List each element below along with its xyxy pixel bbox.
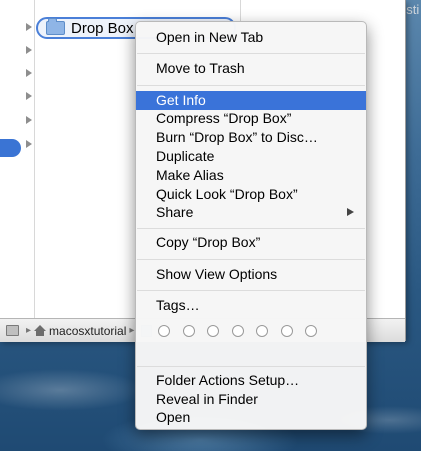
tag-color-circle-icon[interactable]	[305, 325, 317, 337]
menu-item-reveal-in-finder[interactable]: Reveal in Finder	[136, 390, 366, 409]
hard-drive-icon[interactable]	[6, 325, 19, 336]
tag-color-circle-icon[interactable]	[158, 325, 170, 337]
disclosure-triangle-icon[interactable]	[26, 69, 32, 77]
menu-separator	[137, 53, 365, 54]
menu-separator	[137, 366, 365, 367]
disclosure-triangle-icon[interactable]	[26, 92, 32, 100]
menu-item-open[interactable]: Open	[136, 408, 366, 427]
menu-item-show-view-options[interactable]: Show View Options	[136, 265, 366, 284]
context-menu: Open in New Tab Move to Trash Get Info C…	[135, 21, 367, 430]
menu-item-quick-look[interactable]: Quick Look “Drop Box”	[136, 185, 366, 204]
menu-item-share-label: Share	[156, 204, 194, 220]
path-separator-icon: ▸	[26, 325, 32, 336]
menu-separator	[137, 290, 365, 291]
menu-item-tags[interactable]: Tags…	[136, 296, 366, 315]
selected-sidebar-row[interactable]	[0, 139, 21, 157]
tag-color-circle-icon[interactable]	[231, 325, 244, 337]
home-icon	[34, 324, 47, 336]
menu-item-folder-actions-setup[interactable]: Folder Actions Setup…	[136, 371, 366, 390]
tag-color-circle-icon[interactable]	[207, 325, 219, 337]
tag-color-circle-icon[interactable]	[280, 325, 293, 337]
folder-icon	[46, 18, 65, 35]
menu-item-compress[interactable]: Compress “Drop Box”	[136, 109, 366, 128]
menu-item-share[interactable]: Share	[136, 203, 366, 222]
menu-item-move-to-trash[interactable]: Move to Trash	[136, 59, 366, 78]
menu-separator	[137, 228, 365, 229]
submenu-arrow-icon	[347, 208, 354, 216]
path-item-home[interactable]: macosxtutorial	[49, 324, 126, 338]
menu-item-make-alias[interactable]: Make Alias	[136, 166, 366, 185]
disclosure-triangle-icon[interactable]	[26, 46, 32, 54]
menu-separator	[137, 259, 365, 260]
menu-item-get-info[interactable]: Get Info	[136, 91, 366, 110]
disclosure-triangle-icon[interactable]	[26, 140, 32, 148]
menu-item-open-in-new-tab[interactable]: Open in New Tab	[136, 28, 366, 47]
disclosure-triangle-icon[interactable]	[26, 23, 32, 31]
disclosure-triangle-icon[interactable]	[26, 116, 32, 124]
menu-item-burn-to-disc[interactable]: Burn “Drop Box” to Disc…	[136, 128, 366, 147]
menu-item-copy[interactable]: Copy “Drop Box”	[136, 233, 366, 252]
menu-item-duplicate[interactable]: Duplicate	[136, 147, 366, 166]
path-separator-icon: ▸	[129, 325, 135, 336]
tag-color-circle-icon[interactable]	[256, 325, 268, 337]
tag-color-circle-icon[interactable]	[182, 325, 195, 337]
column-divider[interactable]	[34, 0, 35, 318]
folder-name: Drop Box	[71, 19, 134, 37]
menu-separator	[137, 85, 365, 86]
